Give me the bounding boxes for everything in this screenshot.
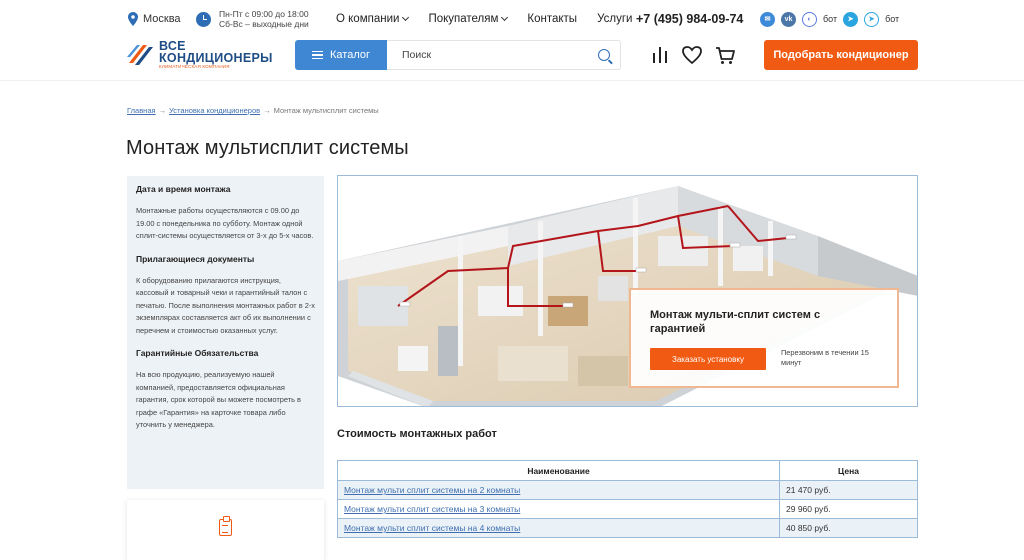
nav-customers-label: Покупателям xyxy=(428,13,499,25)
bot-label[interactable]: бот xyxy=(885,14,899,24)
logo-mark-icon xyxy=(127,45,153,65)
search-input[interactable] xyxy=(387,49,587,61)
page-title: Монтаж мультисплит системы xyxy=(126,137,409,159)
hours-weekend: Сб-Вс – выходные дни xyxy=(219,19,309,29)
nav-about-label: О компании xyxy=(336,13,400,25)
search-bar xyxy=(387,40,621,70)
service-price: 29 960 руб. xyxy=(779,499,918,519)
column-header-name: Наименование xyxy=(337,460,780,481)
search-icon[interactable] xyxy=(598,49,610,61)
sidebar-heading-docs: Прилагающиеся документы xyxy=(136,253,255,264)
promo-box: Монтаж мульти-сплит систем с гарантией З… xyxy=(629,288,899,388)
chevron-down-icon xyxy=(402,13,410,22)
catalog-button[interactable]: Каталог xyxy=(295,40,387,70)
mail-icon[interactable]: ✉ xyxy=(760,11,775,27)
service-link[interactable]: Монтаж мульти сплит системы на 2 комнаты xyxy=(344,485,520,495)
top-bar: Москва Пн-Пт с 09:00 до 18:00 Сб-Вс – вы… xyxy=(0,0,1024,38)
telegram-bot-icon[interactable]: ➤ xyxy=(864,11,880,27)
hours-weekdays: Пн-Пт с 09:00 до 18:00 xyxy=(219,9,309,19)
sidebar-text-warranty: На всю продукцию, реализуемую нашей комп… xyxy=(136,370,301,429)
city-label: Москва xyxy=(143,13,181,25)
heart-icon[interactable] xyxy=(681,44,703,66)
breadcrumb-home[interactable]: Главная xyxy=(127,106,156,115)
logo-subtitle: климатическая компания xyxy=(159,64,230,69)
phone-number[interactable]: +7 (495) 984-09-74 xyxy=(636,0,743,38)
order-installation-button[interactable]: Заказать установку xyxy=(650,348,766,370)
vk-icon[interactable]: vk xyxy=(781,11,796,27)
callback-note: Перезвоним в течении 15 минут xyxy=(781,348,869,367)
sidebar-card xyxy=(127,500,324,560)
nav-services-label: Услуги xyxy=(597,13,633,25)
city-selector[interactable]: Москва xyxy=(128,0,181,38)
pick-conditioner-button[interactable]: Подобрать кондиционер xyxy=(764,40,918,70)
cost-section-title: Стоимость монтажных работ xyxy=(337,428,497,440)
nav-services[interactable]: Услуги xyxy=(597,13,632,25)
table-row: Монтаж мульти сплит системы на 3 комнаты… xyxy=(337,499,918,519)
nav-customers[interactable]: Покупателям xyxy=(428,13,509,25)
sidebar-heading-date: Дата и время монтажа xyxy=(136,184,231,194)
social-links: ✉ vk ◐ бот ➤ ➤ бот xyxy=(760,0,899,38)
telegram-icon[interactable]: ➤ xyxy=(843,11,859,27)
breadcrumb-installation[interactable]: Установка кондиционеров xyxy=(169,106,260,115)
column-header-price: Цена xyxy=(779,460,918,481)
header-divider xyxy=(0,80,1024,81)
service-price: 40 850 руб. xyxy=(779,518,918,538)
sidebar-text-date: Монтажные работы осуществляются с 09.00 … xyxy=(136,206,314,240)
promo-title: Монтаж мульти-сплит систем с гарантией xyxy=(650,309,821,335)
menu-icon xyxy=(312,51,323,59)
breadcrumb: Главная → Установка кондиционеров → Монт… xyxy=(127,106,379,115)
service-price: 21 470 руб. xyxy=(779,480,918,500)
working-hours: Пн-Пт с 09:00 до 18:00 Сб-Вс – выходные … xyxy=(196,0,309,38)
clock-icon xyxy=(196,11,211,27)
cost-table: Наименование Цена Монтаж мульти сплит си… xyxy=(337,460,918,538)
nav-contacts-label: Контакты xyxy=(527,13,578,25)
breadcrumb-separator: → xyxy=(263,106,271,115)
location-pin-icon xyxy=(128,12,138,26)
table-row: Монтаж мульти сплит системы на 4 комнаты… xyxy=(337,518,918,538)
max-icon[interactable]: ◐ xyxy=(802,11,817,27)
catalog-label: Каталог xyxy=(330,49,370,61)
clipboard-icon xyxy=(219,516,232,536)
bot-label[interactable]: бот xyxy=(823,14,837,24)
cart-icon[interactable] xyxy=(714,44,736,66)
nav-contacts[interactable]: Контакты xyxy=(527,13,577,25)
sidebar-text-docs: К оборудованию прилагаются инструкция, к… xyxy=(136,275,315,335)
table-header-row: Наименование Цена xyxy=(337,460,918,481)
site-logo[interactable]: ВСЕ КОНДИЦИОНЕРЫ климатическая компания xyxy=(127,40,277,70)
info-sidebar: Дата и время монтажа Монтажные работы ос… xyxy=(127,176,324,489)
chevron-down-icon xyxy=(501,13,509,22)
sidebar-heading-warranty: Гарантийные Обязательства xyxy=(136,348,259,358)
breadcrumb-separator: → xyxy=(158,106,167,115)
service-link[interactable]: Монтаж мульти сплит системы на 4 комнаты xyxy=(344,523,520,533)
main-nav: О компании Покупателям Контакты Услуги xyxy=(336,0,632,38)
breadcrumb-current: Монтаж мультисплит системы xyxy=(273,106,379,115)
table-row: Монтаж мульти сплит системы на 2 комнаты… xyxy=(337,480,918,500)
compare-icon[interactable] xyxy=(649,44,671,66)
service-link[interactable]: Монтаж мульти сплит системы на 3 комнаты xyxy=(344,504,520,514)
hero-banner: Монтаж мульти-сплит систем с гарантией З… xyxy=(337,175,918,407)
logo-line-2: КОНДИЦИОНЕРЫ xyxy=(159,51,273,65)
nav-about[interactable]: О компании xyxy=(336,13,410,25)
